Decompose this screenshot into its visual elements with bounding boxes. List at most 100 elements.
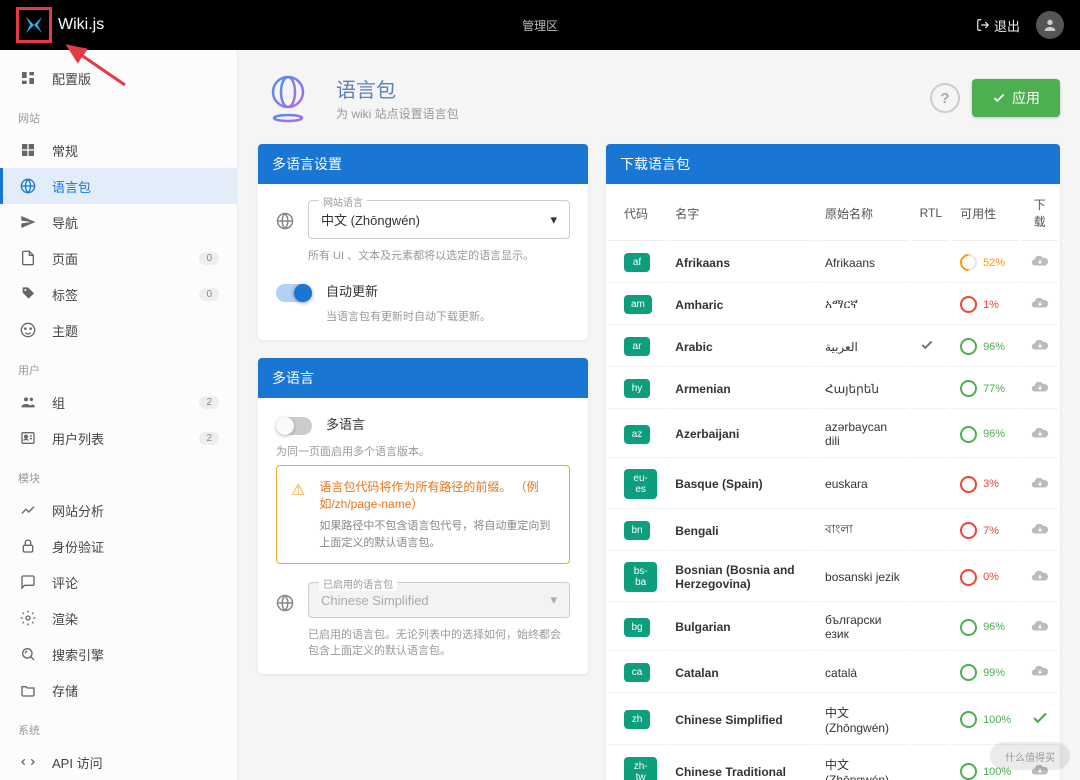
download-button[interactable]: [1021, 369, 1058, 409]
lang-name: Armenian: [667, 369, 815, 409]
lang-code: am: [624, 295, 652, 314]
lang-rtl: [912, 369, 950, 409]
progress-ring: [960, 569, 977, 586]
sidebar-item[interactable]: 常规: [0, 132, 237, 168]
lang-code: bg: [624, 618, 650, 637]
app-logo[interactable]: [16, 7, 52, 43]
progress-ring: [960, 619, 977, 636]
sidebar-item[interactable]: 组2: [0, 384, 237, 420]
api-icon: [18, 752, 38, 772]
table-row: caCatalancatalà99%: [608, 653, 1058, 693]
download-button[interactable]: [1021, 511, 1058, 551]
availability-pct: 100%: [983, 714, 1011, 726]
globe-icon: [258, 68, 318, 128]
lang-rtl: [912, 327, 950, 367]
site-language-select[interactable]: 网站语言 中文 (Zhōngwén) ▾: [308, 200, 570, 239]
lang-code: bn: [624, 521, 650, 540]
download-button[interactable]: [1021, 695, 1058, 745]
tag-icon: [18, 284, 38, 304]
avatar[interactable]: [1036, 11, 1064, 39]
warning-icon: ⚠: [291, 480, 305, 551]
lang-name: Basque (Spain): [667, 460, 815, 509]
download-card: 下载语言包 代码 名字 原始名称 RTL 可用性 下载 afAfrikaansA…: [606, 144, 1060, 780]
sidebar-item[interactable]: 渲染: [0, 600, 237, 636]
progress-ring: [960, 426, 977, 443]
sidebar-item[interactable]: API 访问: [0, 744, 237, 780]
dashboard-icon: [18, 140, 38, 160]
lang-name: Chinese Traditional: [667, 747, 815, 780]
lang-native: bosanski jezik: [817, 553, 910, 602]
table-row: zhChinese Simplified中文 (Zhōngwén)100%: [608, 695, 1058, 745]
multilang-toggle[interactable]: [276, 417, 312, 435]
settings-card-title: 多语言设置: [258, 144, 588, 184]
lang-code: az: [624, 425, 650, 444]
sidebar-item[interactable]: 搜索引擎: [0, 636, 237, 672]
lock-icon: [18, 536, 38, 556]
settings-card: 多语言设置 网站语言 中文 (Zhōngwén) ▾ 所有 UI 、文本及元素都…: [258, 144, 588, 340]
lang-name: Bengali: [667, 511, 815, 551]
page-header: 语言包 为 wiki 站点设置语言包 ? 应用: [258, 68, 1060, 128]
download-button[interactable]: [1021, 460, 1058, 509]
logout-button[interactable]: 退出: [976, 16, 1020, 35]
table-row: bnBengaliবাংলা7%: [608, 511, 1058, 551]
auto-update-toggle[interactable]: [276, 284, 312, 302]
lang-native: 中文 (Zhōngwén): [817, 695, 910, 745]
progress-ring: [957, 250, 981, 274]
lang-code: eu-es: [624, 469, 657, 499]
annotation-arrow: [60, 40, 130, 95]
availability-pct: 77%: [983, 383, 1005, 395]
sidebar-item[interactable]: 标签0: [0, 276, 237, 312]
language-icon: [276, 212, 294, 235]
lang-rtl: [912, 411, 950, 458]
progress-ring: [960, 763, 977, 780]
sidebar-item[interactable]: 主题: [0, 312, 237, 348]
table-row: afAfrikaansAfrikaans52%: [608, 243, 1058, 283]
multilang-card-title: 多语言: [258, 358, 588, 398]
sidebar-item[interactable]: 评论: [0, 564, 237, 600]
sidebar-item[interactable]: 身份验证: [0, 528, 237, 564]
count-badge: 2: [199, 432, 219, 445]
download-card-title: 下载语言包: [606, 144, 1060, 184]
lang-name: Arabic: [667, 327, 815, 367]
lang-native: বাংলা: [817, 511, 910, 551]
lang-rtl: [912, 695, 950, 745]
download-button[interactable]: [1021, 653, 1058, 693]
apply-button[interactable]: 应用: [972, 79, 1060, 117]
download-button[interactable]: [1021, 327, 1058, 367]
sidebar-item[interactable]: 语言包: [0, 168, 237, 204]
page-icon: [18, 248, 38, 268]
send-icon: [18, 212, 38, 232]
gear-icon: [18, 608, 38, 628]
lang-native: 中文 (Zhōngwén): [817, 747, 910, 780]
sidebar-item[interactable]: 页面0: [0, 240, 237, 276]
availability-pct: 1%: [983, 299, 999, 311]
availability-pct: 96%: [983, 428, 1005, 440]
app-title: Wiki.js: [58, 16, 104, 34]
download-button[interactable]: [1021, 243, 1058, 283]
availability-pct: 52%: [983, 257, 1005, 269]
multilang-card: 多语言 多语言 为同一页面启用多个语言版本。 ⚠ 语言包代码将作: [258, 358, 588, 674]
chevron-down-icon: ▾: [550, 212, 557, 228]
sidebar-item[interactable]: 网站分析: [0, 492, 237, 528]
lang-native: català: [817, 653, 910, 693]
chart-icon: [18, 500, 38, 520]
folder-icon: [18, 680, 38, 700]
help-button[interactable]: ?: [930, 83, 960, 113]
download-button[interactable]: [1021, 411, 1058, 458]
lang-rtl: [912, 243, 950, 283]
comment-icon: [18, 572, 38, 592]
download-button[interactable]: [1021, 553, 1058, 602]
download-button[interactable]: [1021, 285, 1058, 325]
lang-code: ca: [624, 663, 650, 682]
admin-area-label: 管理区: [104, 17, 976, 34]
lang-native: azərbaycan dili: [817, 411, 910, 458]
search-icon: [18, 644, 38, 664]
availability-pct: 96%: [983, 341, 1005, 353]
availability-pct: 96%: [983, 621, 1005, 633]
lang-rtl: [912, 604, 950, 651]
sidebar-item[interactable]: 导航: [0, 204, 237, 240]
sidebar-item[interactable]: 存储: [0, 672, 237, 708]
download-button[interactable]: [1021, 604, 1058, 651]
sidebar-item[interactable]: 用户列表2: [0, 420, 237, 456]
language-icon: [276, 594, 294, 617]
